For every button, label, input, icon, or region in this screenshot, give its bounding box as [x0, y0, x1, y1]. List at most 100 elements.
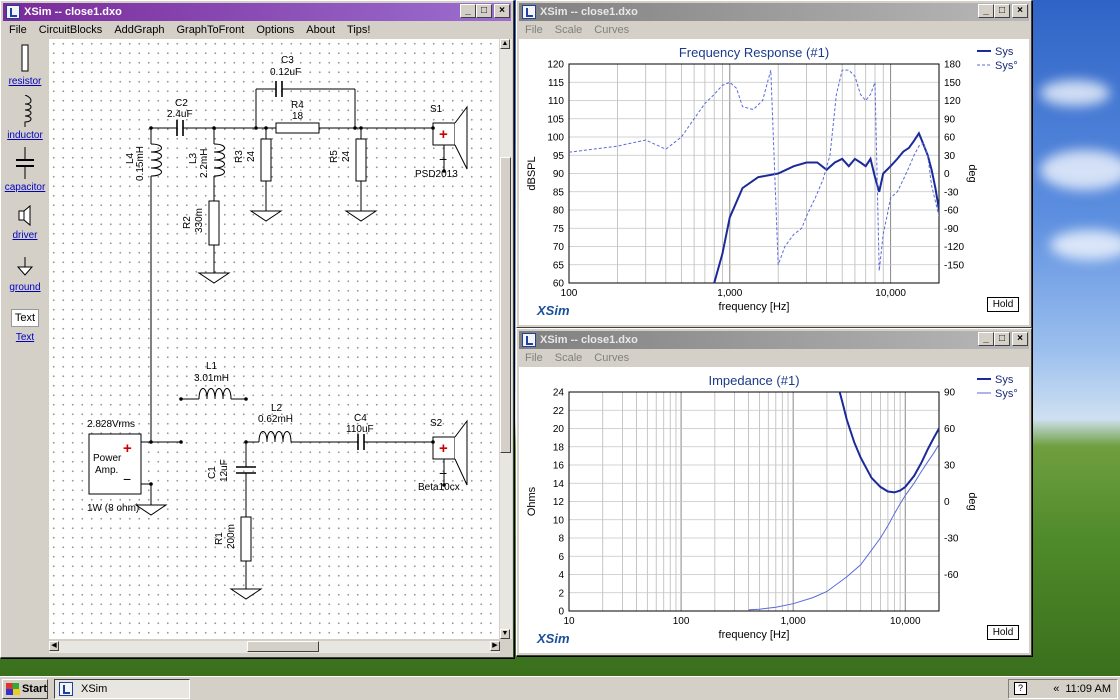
start-label: Start [21, 683, 47, 695]
y2-tick-label: 60 [944, 424, 956, 435]
minimize-button[interactable]: _ [978, 332, 994, 346]
menu-options[interactable]: Options [250, 24, 300, 36]
impedance-window: XSim -- close1.dxo _ □ × File Scale Curv… [516, 328, 1032, 656]
y-tick-label: 6 [558, 552, 564, 563]
taskbar-item-label: XSim [81, 683, 108, 695]
y2-tick-label: 60 [944, 133, 956, 144]
window-title: XSim -- close1.dxo [540, 6, 638, 18]
text-icon: Text [11, 309, 39, 327]
palette-label-capacitor: capacitor [4, 182, 46, 193]
palette-resistor[interactable]: resistor [3, 43, 47, 87]
menu-scale[interactable]: Scale [549, 352, 589, 364]
maximize-button[interactable]: □ [476, 4, 492, 18]
y-tick-label: 22 [553, 406, 565, 417]
maximize-button[interactable]: □ [994, 4, 1010, 18]
palette-driver[interactable]: driver [3, 203, 47, 241]
schematic-canvas[interactable] [49, 39, 499, 639]
tray-chevron-icon[interactable]: « [1053, 683, 1059, 695]
driver-icon [18, 204, 31, 227]
x-tick-label: 10,000 [875, 288, 906, 299]
menu-graphtofront[interactable]: GraphToFront [170, 24, 250, 36]
y-tick-label: 12 [553, 497, 565, 508]
xsim-app-icon [6, 5, 20, 19]
windows-logo-icon [6, 683, 20, 695]
y-tick-label: 75 [553, 224, 565, 235]
xsim-app-icon [522, 5, 536, 19]
minimize-button[interactable]: _ [460, 4, 476, 18]
chart-title: Impedance (#1) [708, 373, 799, 388]
taskbar-item-xsim[interactable]: XSim [54, 679, 190, 699]
y2-tick-label: -150 [944, 260, 964, 271]
y-tick-label: 95 [553, 151, 565, 162]
start-button[interactable]: Start [2, 679, 48, 699]
frequency-title-bar[interactable]: XSim -- close1.dxo _ □ × [519, 3, 1029, 21]
schematic-horizontal-scrollbar[interactable]: ◀ ▶ [49, 641, 500, 653]
y2-tick-label: 30 [944, 461, 956, 472]
y2-tick-label: -90 [944, 224, 959, 235]
resistor-icon [21, 44, 29, 72]
frequency-menu-bar: File Scale Curves [519, 21, 1029, 39]
y2-tick-label: 180 [944, 60, 961, 71]
menu-scale[interactable]: Scale [549, 24, 589, 36]
palette-inductor[interactable]: inductor [3, 94, 47, 141]
palette-label-text: Text [15, 332, 35, 343]
taskbar: Start XSim ? « 11:09 AM [0, 676, 1120, 700]
scroll-right-arrow-icon[interactable]: ▶ [490, 641, 500, 651]
component-palette: resistor inductor capacitor driver groun… [3, 39, 47, 655]
ground-icon [16, 257, 34, 276]
palette-ground[interactable]: ground [3, 255, 47, 293]
menu-file[interactable]: File [519, 352, 549, 364]
hold-button[interactable]: Hold [987, 625, 1019, 640]
close-button[interactable]: × [1012, 332, 1028, 346]
frequency-response-chart: 60 65 70 75 80 85 90 95 100 105 110 115 120 -150 -120 -… [526, 45, 1018, 313]
close-button[interactable]: × [494, 4, 510, 18]
palette-text[interactable]: Text Text [3, 309, 47, 343]
xsim-app-icon [59, 682, 73, 696]
y2-tick-label: 0 [944, 169, 950, 180]
schematic-title-bar[interactable]: XSim -- close1.dxo _ □ × [3, 3, 511, 21]
impedance-chart: 024681012141618202224-60-30030609010 100 1… [526, 373, 1018, 641]
hold-button[interactable]: Hold [987, 297, 1019, 312]
menu-about[interactable]: About [300, 24, 341, 36]
menu-curves[interactable]: Curves [588, 352, 635, 364]
scroll-down-arrow-icon[interactable]: ▼ [500, 629, 510, 639]
menu-file[interactable]: File [519, 24, 549, 36]
close-button[interactable]: × [1012, 4, 1028, 18]
y-tick-label: 18 [553, 442, 565, 453]
legend-label: Sys [995, 46, 1014, 58]
y2-tick-label: 90 [944, 114, 956, 125]
xsim-brand: XSim [537, 303, 570, 318]
menu-curves[interactable]: Curves [588, 24, 635, 36]
y-tick-label: 4 [558, 570, 564, 581]
impedance-title-bar[interactable]: XSim -- close1.dxo _ □ × [519, 331, 1029, 349]
palette-label-ground: ground [9, 282, 41, 293]
scroll-left-arrow-icon[interactable]: ◀ [49, 641, 59, 651]
y-tick-label: 24 [553, 388, 565, 399]
menu-file[interactable]: File [3, 24, 33, 36]
horizontal-scroll-thumb[interactable] [247, 641, 319, 652]
y-axis-label: Ohms [526, 486, 538, 516]
menu-addgraph[interactable]: AddGraph [108, 24, 170, 36]
palette-capacitor[interactable]: capacitor [3, 147, 47, 193]
y-tick-label: 70 [553, 242, 565, 253]
y-tick-label: 65 [553, 260, 565, 271]
minimize-button[interactable]: _ [978, 4, 994, 18]
menu-circuitblocks[interactable]: CircuitBlocks [33, 24, 109, 36]
palette-label-resistor: resistor [8, 76, 42, 87]
inductor-icon [24, 94, 32, 127]
scroll-up-arrow-icon[interactable]: ▲ [500, 39, 510, 49]
vertical-scroll-thumb[interactable] [500, 157, 511, 453]
legend-label: Sys [995, 374, 1014, 386]
chart-title: Frequency Response (#1) [679, 45, 829, 60]
xsim-app-icon [522, 333, 536, 347]
y-tick-label: 120 [547, 60, 564, 71]
y2-tick-label: 120 [944, 96, 961, 107]
y-tick-label: 85 [553, 187, 565, 198]
y-tick-label: 115 [548, 78, 564, 89]
schematic-vertical-scrollbar[interactable]: ▲ ▼ [500, 39, 512, 639]
menu-tips[interactable]: Tips! [341, 24, 376, 36]
maximize-button[interactable]: □ [994, 332, 1010, 346]
y2-tick-label: -30 [944, 534, 959, 545]
capacitor-icon [16, 147, 34, 179]
y2-tick-label: 150 [944, 78, 961, 89]
